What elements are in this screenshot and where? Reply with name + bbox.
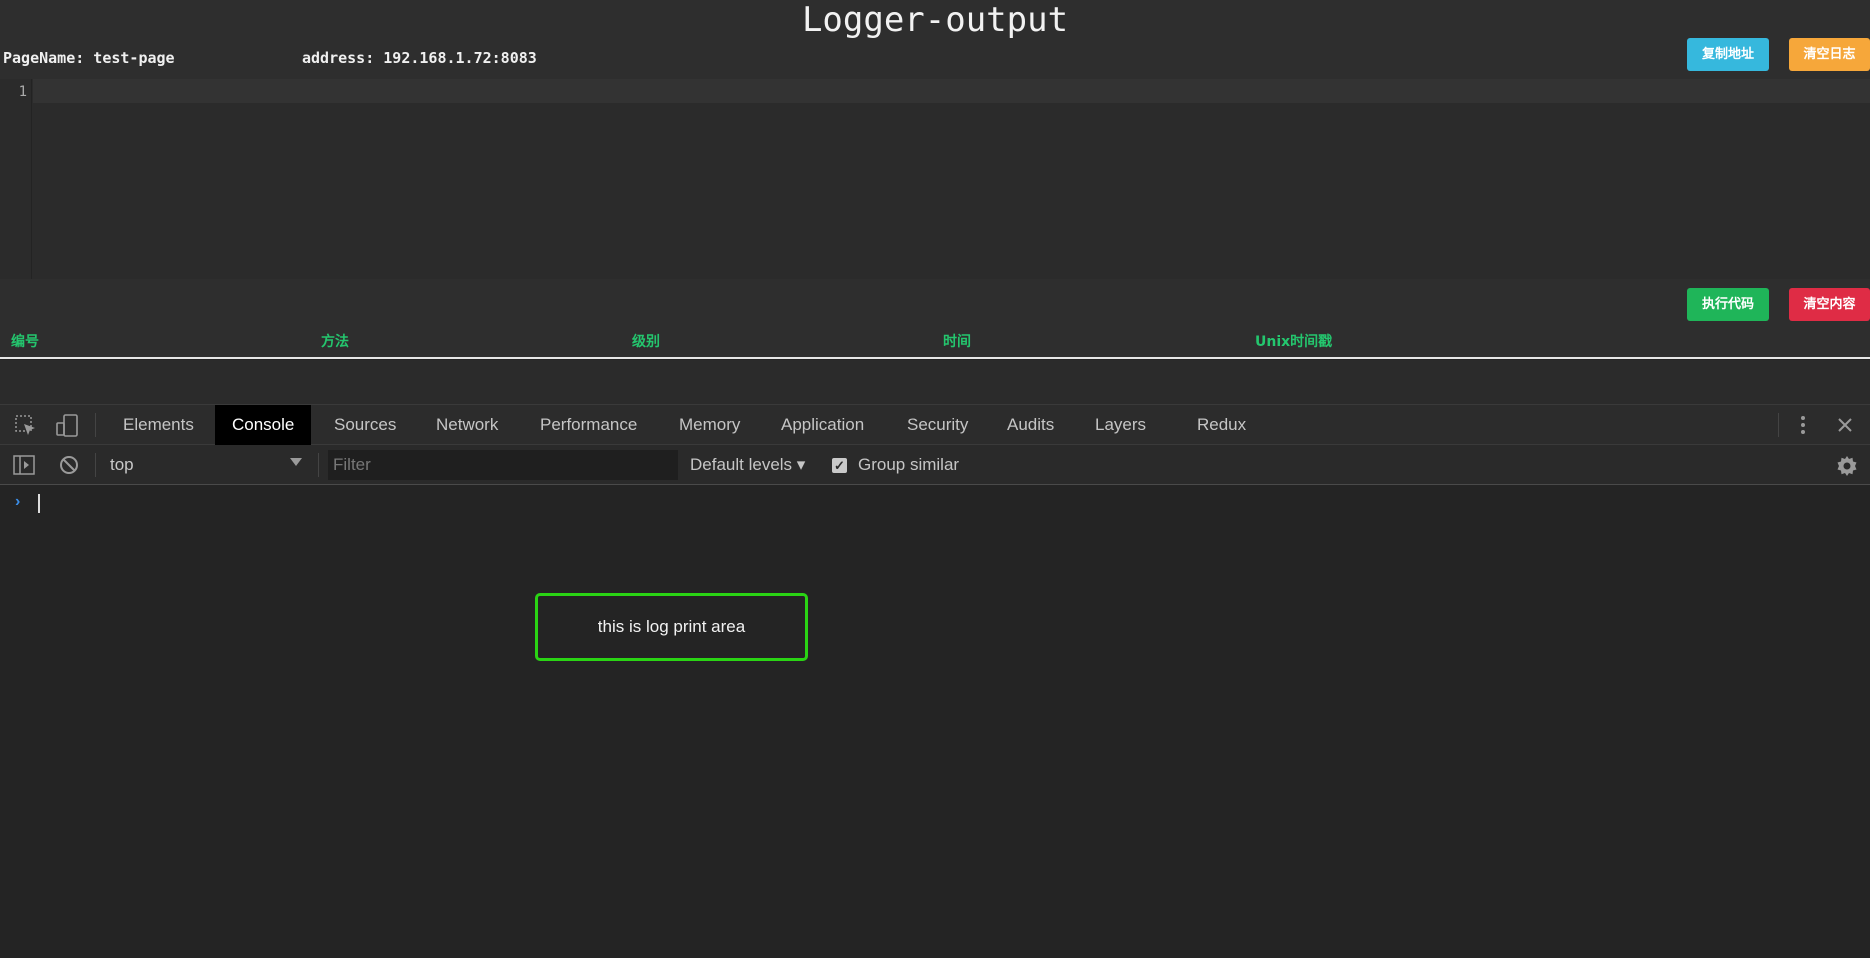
clear-console-icon[interactable] [59,455,79,480]
tab-layers[interactable]: Layers [1078,405,1163,445]
log-print-area-annotation: this is log print area [535,593,808,661]
column-header-unix-timestamp: Unix时间戳 [1255,334,1333,350]
tab-performance[interactable]: Performance [523,405,654,445]
tab-security[interactable]: Security [890,405,985,445]
console-prompt-icon: › [15,493,21,510]
toolbar-divider [95,413,96,437]
tab-redux[interactable]: Redux [1180,405,1263,445]
tab-audits[interactable]: Audits [990,405,1071,445]
editor-gutter: 1 [0,79,32,279]
text-cursor [38,494,40,513]
tab-memory[interactable]: Memory [662,405,757,445]
devtools-tab-bar: Elements Console Sources Network Perform… [0,404,1870,445]
close-icon[interactable] [1837,417,1853,438]
tab-network[interactable]: Network [419,405,515,445]
tab-sources[interactable]: Sources [317,405,413,445]
line-number: 1 [18,84,27,100]
editor-active-line[interactable] [33,79,1870,103]
code-editor[interactable]: 1 [0,79,1870,279]
group-similar-checkbox[interactable]: ✓ [832,458,847,473]
logger-header: Logger-output PageName: test-page addres… [0,0,1870,79]
more-options-icon[interactable] [1798,414,1808,441]
page-title: Logger-output [801,0,1069,40]
toolbar-divider [95,453,96,477]
toolbar-divider [1778,413,1779,437]
column-header-number: 编号 [11,334,39,350]
log-table-header: 编号 方法 级别 时间 Unix时间戳 [0,326,1870,359]
toolbar-divider [318,453,319,477]
clear-log-button[interactable]: 清空日志 [1789,38,1870,71]
tab-application[interactable]: Application [764,405,881,445]
device-toolbar-icon[interactable] [55,414,79,443]
show-sidebar-icon[interactable] [13,455,35,480]
settings-gear-icon[interactable] [1836,455,1858,482]
clear-content-button[interactable]: 清空内容 [1789,288,1870,321]
console-output-area[interactable]: › [0,486,1870,958]
inspect-element-icon[interactable] [15,415,37,442]
tab-elements[interactable]: Elements [106,405,211,445]
address-label: address: 192.168.1.72:8083 [302,49,537,67]
copy-address-button[interactable]: 复制地址 [1687,38,1769,71]
execution-context-select[interactable]: top [100,450,310,480]
log-levels-dropdown[interactable]: Default levels ▾ [690,445,805,485]
execute-code-button[interactable]: 执行代码 [1687,288,1769,321]
page-name-label: PageName: test-page [3,49,175,67]
chevron-down-icon [290,458,302,466]
group-similar-label[interactable]: Group similar [858,445,959,485]
console-toolbar: top Default levels ▾ ✓ Group similar [0,445,1870,485]
log-table-body [0,360,1870,404]
column-header-method: 方法 [321,334,349,350]
filter-input[interactable] [328,450,678,480]
column-header-level: 级别 [632,334,660,350]
tab-console[interactable]: Console [215,405,312,445]
column-header-time: 时间 [943,334,971,350]
